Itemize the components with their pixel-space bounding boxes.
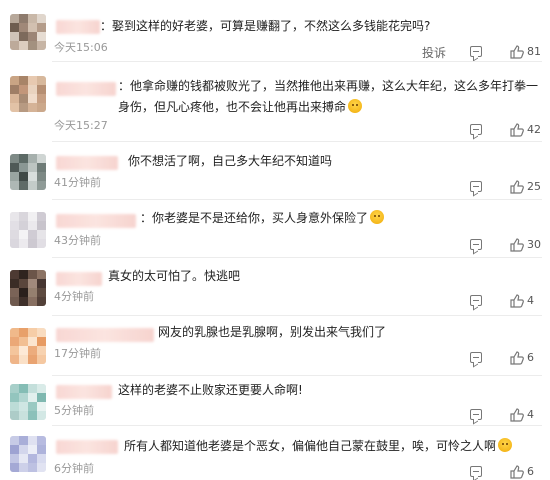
comment-text: 真女的太可怕了。快逃吧 — [108, 269, 241, 283]
comment-text: ：你老婆是不是还给你，买人身意外保险了 — [140, 208, 385, 229]
comment-item: ：娶到这样的好老婆，可算是赚翻了，不然这么多钱能花完吗? 今天15:06 投诉 … — [0, 0, 550, 62]
like-count: 4 — [527, 408, 534, 421]
comment-time: 今天15:06 — [54, 41, 108, 54]
like-icon[interactable] — [510, 123, 524, 137]
comment-actions: 25 — [410, 179, 550, 195]
sweat-emoji-icon — [498, 438, 513, 452]
comment-item: 所有人都知道他老婆是个恶女，偏偏他自己蒙在鼓里，唉，可怜之人啊 6分钟前 6 — [0, 426, 550, 480]
like-icon[interactable] — [510, 294, 524, 308]
username-blurred[interactable] — [56, 156, 118, 170]
like-count: 25 — [527, 180, 541, 193]
comment-time: 17分钟前 — [54, 347, 101, 360]
comment-item: ：他拿命赚的钱都被败光了，当然推他出来再赚，这么大年纪，这么多年打拳一身伤，但凡… — [0, 62, 550, 142]
comment-time: 4分钟前 — [54, 290, 94, 303]
like-count: 30 — [527, 238, 541, 251]
comment-time: 5分钟前 — [54, 404, 94, 417]
comment-time: 41分钟前 — [54, 176, 101, 189]
reply-icon[interactable] — [470, 466, 482, 477]
comment-text: 网友的乳腺也是乳腺啊，别发出来气我们了 — [158, 325, 387, 339]
username-blurred[interactable] — [56, 272, 102, 286]
like-icon[interactable] — [510, 351, 524, 365]
username-blurred[interactable] — [56, 20, 100, 34]
like-count: 6 — [527, 351, 534, 364]
like-icon[interactable] — [510, 465, 524, 479]
comment-item: 这样的老婆不止败家还更要人命啊! 5分钟前 4 — [0, 376, 550, 426]
comment-time: 今天15:27 — [54, 119, 108, 132]
comment-item: 你不想活了啊，自己多大年纪不知道吗 41分钟前 25 — [0, 142, 550, 200]
username-blurred[interactable] — [56, 214, 136, 228]
comment-time: 6分钟前 — [54, 462, 94, 475]
avatar[interactable] — [10, 436, 46, 472]
like-count: 81 — [527, 45, 541, 58]
reply-icon[interactable] — [470, 46, 482, 57]
comment-item: 真女的太可怕了。快逃吧 4分钟前 4 — [0, 258, 550, 316]
comment-text: ：他拿命赚的钱都被败光了，当然推他出来再赚，这么大年纪，这么多年打拳一身伤，但凡… — [118, 76, 546, 118]
comment-text-content: ：你老婆是不是还给你，买人身意外保险了 — [140, 211, 369, 225]
reply-icon[interactable] — [470, 409, 482, 420]
comment-time: 43分钟前 — [54, 234, 101, 247]
comment-text: 你不想活了啊，自己多大年纪不知道吗 — [128, 154, 333, 168]
comment-text: 所有人都知道他老婆是个恶女，偏偏他自己蒙在鼓里，唉，可怜之人啊 — [124, 436, 513, 457]
username-blurred[interactable] — [56, 385, 112, 399]
like-icon[interactable] — [510, 45, 524, 59]
comment-text: ：娶到这样的好老婆，可算是赚翻了，不然这么多钱能花完吗? — [100, 19, 431, 33]
report-button[interactable]: 投诉 — [422, 44, 446, 60]
avatar[interactable] — [10, 328, 46, 364]
avatar[interactable] — [10, 384, 46, 420]
like-icon[interactable] — [510, 408, 524, 422]
comment-text-content: 所有人都知道他老婆是个恶女，偏偏他自己蒙在鼓里，唉，可怜之人啊 — [124, 439, 497, 453]
cry-emoji-icon — [348, 99, 363, 113]
reply-icon[interactable] — [470, 295, 482, 306]
comment-feed: ：娶到这样的好老婆，可算是赚翻了，不然这么多钱能花完吗? 今天15:06 投诉 … — [0, 0, 550, 480]
comment-actions: 42 — [410, 122, 550, 138]
reply-icon[interactable] — [470, 239, 482, 250]
username-blurred[interactable] — [56, 82, 116, 96]
reply-icon[interactable] — [470, 124, 482, 135]
avatar[interactable] — [10, 14, 46, 50]
username-blurred[interactable] — [56, 328, 154, 342]
like-count: 42 — [527, 123, 541, 136]
like-count: 6 — [527, 465, 534, 478]
comment-text: 这样的老婆不止败家还更要人命啊! — [118, 383, 303, 397]
comment-text-content: ：他拿命赚的钱都被败光了，当然推他出来再赚，这么大年纪，这么多年打拳一身伤，但凡… — [118, 79, 539, 114]
comment-actions: 投诉 81 — [410, 44, 550, 60]
comment-actions: 30 — [410, 237, 550, 253]
comment-actions: 6 — [410, 464, 550, 480]
comment-actions: 4 — [410, 293, 550, 309]
like-icon[interactable] — [510, 180, 524, 194]
reply-icon[interactable] — [470, 181, 482, 192]
username-blurred[interactable] — [56, 440, 118, 454]
like-icon[interactable] — [510, 238, 524, 252]
avatar[interactable] — [10, 270, 46, 306]
avatar[interactable] — [10, 212, 46, 248]
comment-actions: 6 — [410, 350, 550, 366]
grin-emoji-icon — [370, 210, 385, 224]
comment-item: ：你老婆是不是还给你，买人身意外保险了 43分钟前 30 — [0, 200, 550, 258]
reply-icon[interactable] — [470, 352, 482, 363]
comment-item: 网友的乳腺也是乳腺啊，别发出来气我们了 17分钟前 6 — [0, 316, 550, 376]
comment-actions: 4 — [410, 407, 550, 423]
avatar[interactable] — [10, 154, 46, 190]
like-count: 4 — [527, 294, 534, 307]
avatar[interactable] — [10, 76, 46, 112]
